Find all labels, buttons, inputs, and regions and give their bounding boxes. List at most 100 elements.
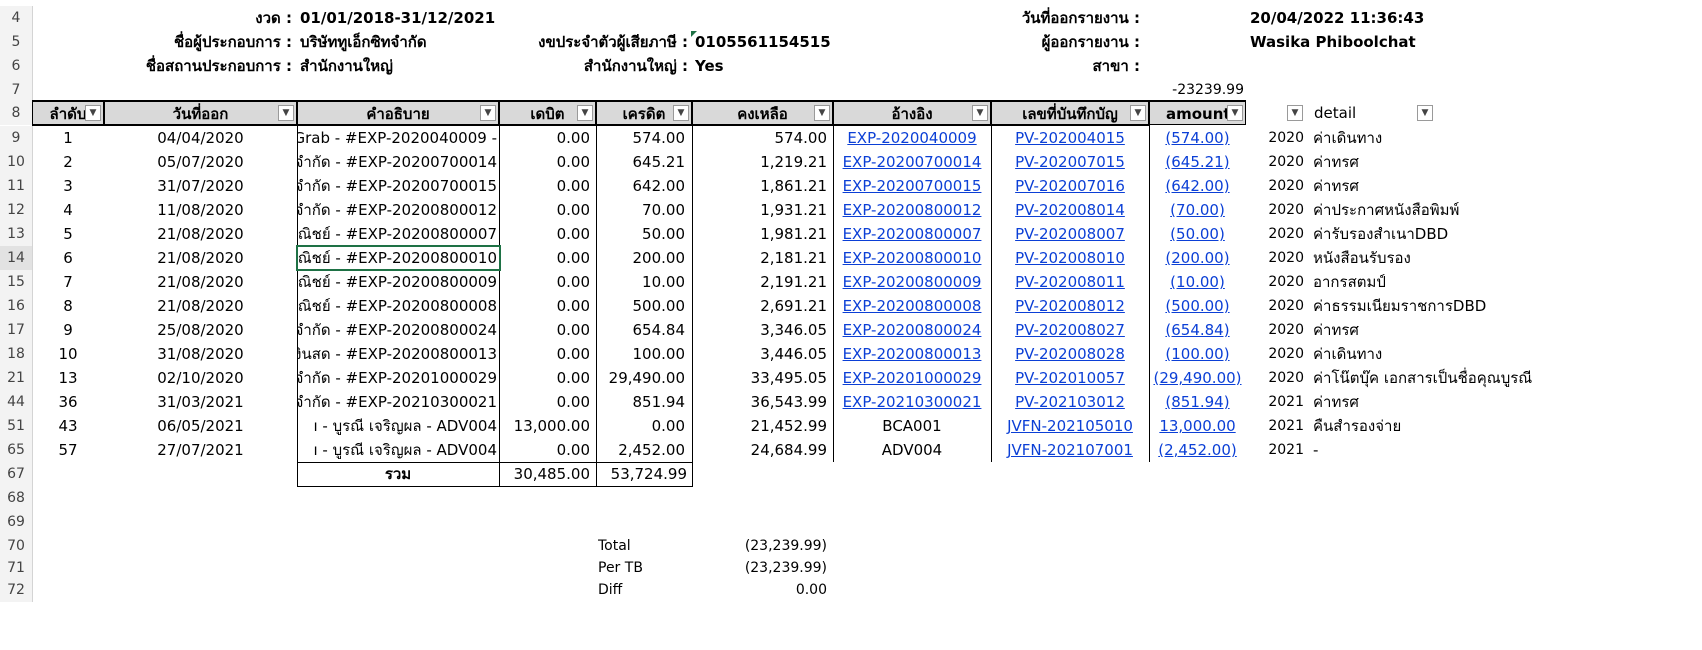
selected-cell[interactable]: [296, 245, 501, 271]
cell-amount-link[interactable]: (70.00): [1149, 198, 1246, 222]
cell-ref-link[interactable]: EXP-20200800012: [833, 198, 991, 222]
row-header[interactable]: 14: [0, 246, 33, 270]
cell-ref-link[interactable]: EXP-20210300021: [833, 390, 991, 414]
row-header[interactable]: 68: [0, 486, 33, 510]
cell-balance: 1,981.21: [760, 225, 827, 243]
filter-dropdown-icon[interactable]: ▼: [577, 105, 593, 121]
row-header[interactable]: 69: [0, 510, 33, 534]
row-header[interactable]: 72: [0, 578, 33, 602]
cell-balance: 1,219.21: [760, 153, 827, 171]
cell-date: 31/08/2020: [157, 345, 244, 363]
row-header[interactable]: 44: [0, 390, 33, 414]
taxid-value: 0105561154515: [695, 33, 831, 51]
row-header[interactable]: 70: [0, 534, 33, 558]
cell-credit: 200.00: [632, 249, 686, 267]
grid-vline: [297, 462, 298, 486]
cell-amount-link[interactable]: (10.00): [1149, 270, 1246, 294]
cell-ref-link[interactable]: EXP-20201000029: [833, 366, 991, 390]
cell-voucher-link[interactable]: PV-202008012: [991, 294, 1149, 318]
row-header[interactable]: 21: [0, 366, 33, 390]
row-header[interactable]: 17: [0, 318, 33, 342]
filter-dropdown-icon[interactable]: ▼: [1287, 105, 1303, 121]
row-header[interactable]: 8: [0, 101, 33, 125]
cell-voucher-link[interactable]: PV-202103012: [991, 390, 1149, 414]
row-header[interactable]: 71: [0, 556, 33, 580]
cell-amount-link[interactable]: (642.00): [1149, 174, 1246, 198]
row-header[interactable]: 67: [0, 462, 33, 486]
filter-dropdown-icon[interactable]: ▼: [85, 105, 101, 121]
cell-voucher-link[interactable]: PV-202008007: [991, 222, 1149, 246]
cell-voucher-link[interactable]: PV-202008027: [991, 318, 1149, 342]
cell-voucher-link[interactable]: JVFN-202105010: [991, 414, 1149, 438]
cell-debit: 0.00: [556, 273, 590, 291]
cell-credit: 642.00: [632, 177, 686, 195]
cell-ref-link[interactable]: EXP-20200800024: [833, 318, 991, 342]
cell-credit: 851.94: [632, 393, 686, 411]
cell-no: 8: [63, 297, 73, 315]
cell-amount-link[interactable]: (645.21): [1149, 150, 1246, 174]
cell-year: 2020: [1268, 298, 1304, 314]
cell-amount-link[interactable]: (100.00): [1149, 342, 1246, 366]
cell-voucher-link[interactable]: PV-202008014: [991, 198, 1149, 222]
cell-voucher-link[interactable]: PV-202008011: [991, 270, 1149, 294]
cell-amount-link[interactable]: (29,490.00): [1149, 366, 1246, 390]
cell-voucher-link[interactable]: PV-202004015: [991, 126, 1149, 150]
row-header[interactable]: 51: [0, 414, 33, 438]
totals-debit: 30,485.00: [513, 465, 590, 483]
filter-dropdown-icon[interactable]: ▼: [673, 105, 689, 121]
cell-debit: 0.00: [556, 225, 590, 243]
filter-dropdown-icon[interactable]: ▼: [1130, 105, 1146, 121]
cell-ref-link[interactable]: EXP-20200700015: [833, 174, 991, 198]
cell-amount-link[interactable]: (2,452.00): [1149, 438, 1246, 462]
cell-amount-link[interactable]: (200.00): [1149, 246, 1246, 270]
filter-dropdown-icon[interactable]: ▼: [278, 105, 294, 121]
row-header[interactable]: 6: [0, 54, 33, 78]
cell-amount-link[interactable]: (654.84): [1149, 318, 1246, 342]
cell-voucher-link[interactable]: PV-202010057: [991, 366, 1149, 390]
filter-dropdown-icon[interactable]: ▼: [480, 105, 496, 121]
cell-amount-link[interactable]: (574.00): [1149, 126, 1246, 150]
grid-vline: [297, 125, 298, 462]
cell-voucher-link[interactable]: PV-202007016: [991, 174, 1149, 198]
grid-vline: [499, 462, 500, 486]
row-header[interactable]: 13: [0, 222, 33, 246]
cell-voucher-link[interactable]: JVFN-202107001: [991, 438, 1149, 462]
cell-ref-link[interactable]: EXP-20200700014: [833, 150, 991, 174]
cell-ref-link[interactable]: EXP-20200800010: [833, 246, 991, 270]
cell-ref-link[interactable]: EXP-20200800008: [833, 294, 991, 318]
row-header[interactable]: 15: [0, 270, 33, 294]
cell-debit: 0.00: [556, 249, 590, 267]
filter-dropdown-icon[interactable]: ▼: [814, 105, 830, 121]
filter-dropdown-icon[interactable]: ▼: [1227, 105, 1243, 121]
cell-no: 9: [63, 321, 73, 339]
row-header[interactable]: 65: [0, 438, 33, 462]
row-header[interactable]: 10: [0, 150, 33, 174]
cell-ref-link[interactable]: EXP-2020040009: [833, 126, 991, 150]
cell-amount-link[interactable]: 13,000.00: [1149, 414, 1246, 438]
row-header[interactable]: 9: [0, 126, 33, 150]
cell-ref-link[interactable]: EXP-20200800009: [833, 270, 991, 294]
row-header[interactable]: 18: [0, 342, 33, 366]
row-header[interactable]: 5: [0, 30, 33, 54]
cell-no: 10: [58, 345, 78, 363]
filter-dropdown-icon[interactable]: ▼: [1417, 105, 1433, 121]
cell-year: 2020: [1268, 274, 1304, 290]
cell-voucher-link[interactable]: PV-202008010: [991, 246, 1149, 270]
cell-voucher-link[interactable]: PV-202007015: [991, 150, 1149, 174]
cell-ref-link[interactable]: EXP-20200800007: [833, 222, 991, 246]
row-header[interactable]: 16: [0, 294, 33, 318]
cell-voucher-link[interactable]: PV-202008028: [991, 342, 1149, 366]
cell-ref-link[interactable]: EXP-20200800013: [833, 342, 991, 366]
row-header[interactable]: 7: [0, 78, 33, 102]
cell-amount-link[interactable]: (500.00): [1149, 294, 1246, 318]
cell-amount-link[interactable]: (851.94): [1149, 390, 1246, 414]
cell-credit: 100.00: [632, 345, 686, 363]
row-header[interactable]: 4: [0, 6, 33, 30]
row-header[interactable]: 12: [0, 198, 33, 222]
col-voucher-header: เลขที่บันทึกบัญ: [991, 101, 1149, 125]
grid-vline: [596, 462, 597, 486]
filter-dropdown-icon[interactable]: ▼: [972, 105, 988, 121]
cell-no: 43: [58, 417, 78, 435]
row-header[interactable]: 11: [0, 174, 33, 198]
cell-amount-link[interactable]: (50.00): [1149, 222, 1246, 246]
